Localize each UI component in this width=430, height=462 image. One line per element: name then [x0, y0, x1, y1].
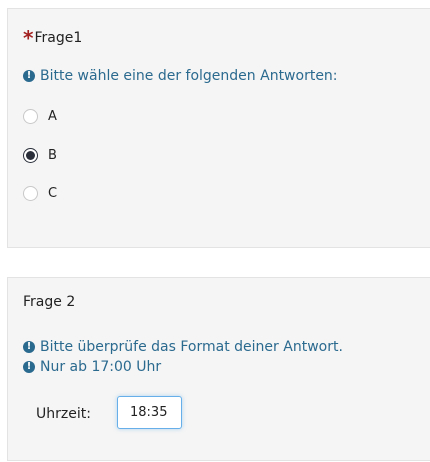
option-a-label: A: [48, 109, 57, 124]
question-2-time-tip-text: Nur ab 17:00 Uhr: [40, 359, 162, 375]
question-2-time-tip: ! Nur ab 17:00 Uhr: [23, 359, 161, 375]
time-label: Uhrzeit:: [36, 406, 91, 422]
question-1-title-text: Frage1: [34, 30, 83, 46]
question-1-tip-text: Bitte wähle eine der folgenden Antworten…: [40, 68, 338, 84]
radio-option-a[interactable]: [23, 109, 38, 124]
option-b-label: B: [48, 148, 57, 163]
exclamation-circle-icon: !: [23, 70, 35, 82]
question-1-tip: ! Bitte wähle eine der folgenden Antwort…: [23, 68, 338, 84]
question-1-title: *Frage1: [23, 23, 83, 50]
question-2-card: Frage 2 ! Bitte überprüfe das Format dei…: [7, 277, 430, 461]
option-a[interactable]: A: [23, 109, 57, 124]
exclamation-circle-icon: !: [23, 361, 35, 373]
required-marker: *: [23, 26, 34, 50]
question-2-title: Frage 2: [23, 294, 76, 310]
option-c-label: C: [48, 186, 58, 201]
time-input[interactable]: [117, 396, 182, 429]
option-b[interactable]: B: [23, 148, 57, 163]
question-2-format-tip-text: Bitte überprüfe das Format deiner Antwor…: [40, 339, 343, 355]
radio-option-c[interactable]: [23, 186, 38, 201]
question-2-format-tip: ! Bitte überprüfe das Format deiner Antw…: [23, 339, 343, 355]
radio-option-b[interactable]: [23, 148, 38, 163]
exclamation-circle-icon: !: [23, 341, 35, 353]
option-c[interactable]: C: [23, 186, 57, 201]
question-1-card: *Frage1 ! Bitte wähle eine der folgenden…: [7, 8, 430, 248]
